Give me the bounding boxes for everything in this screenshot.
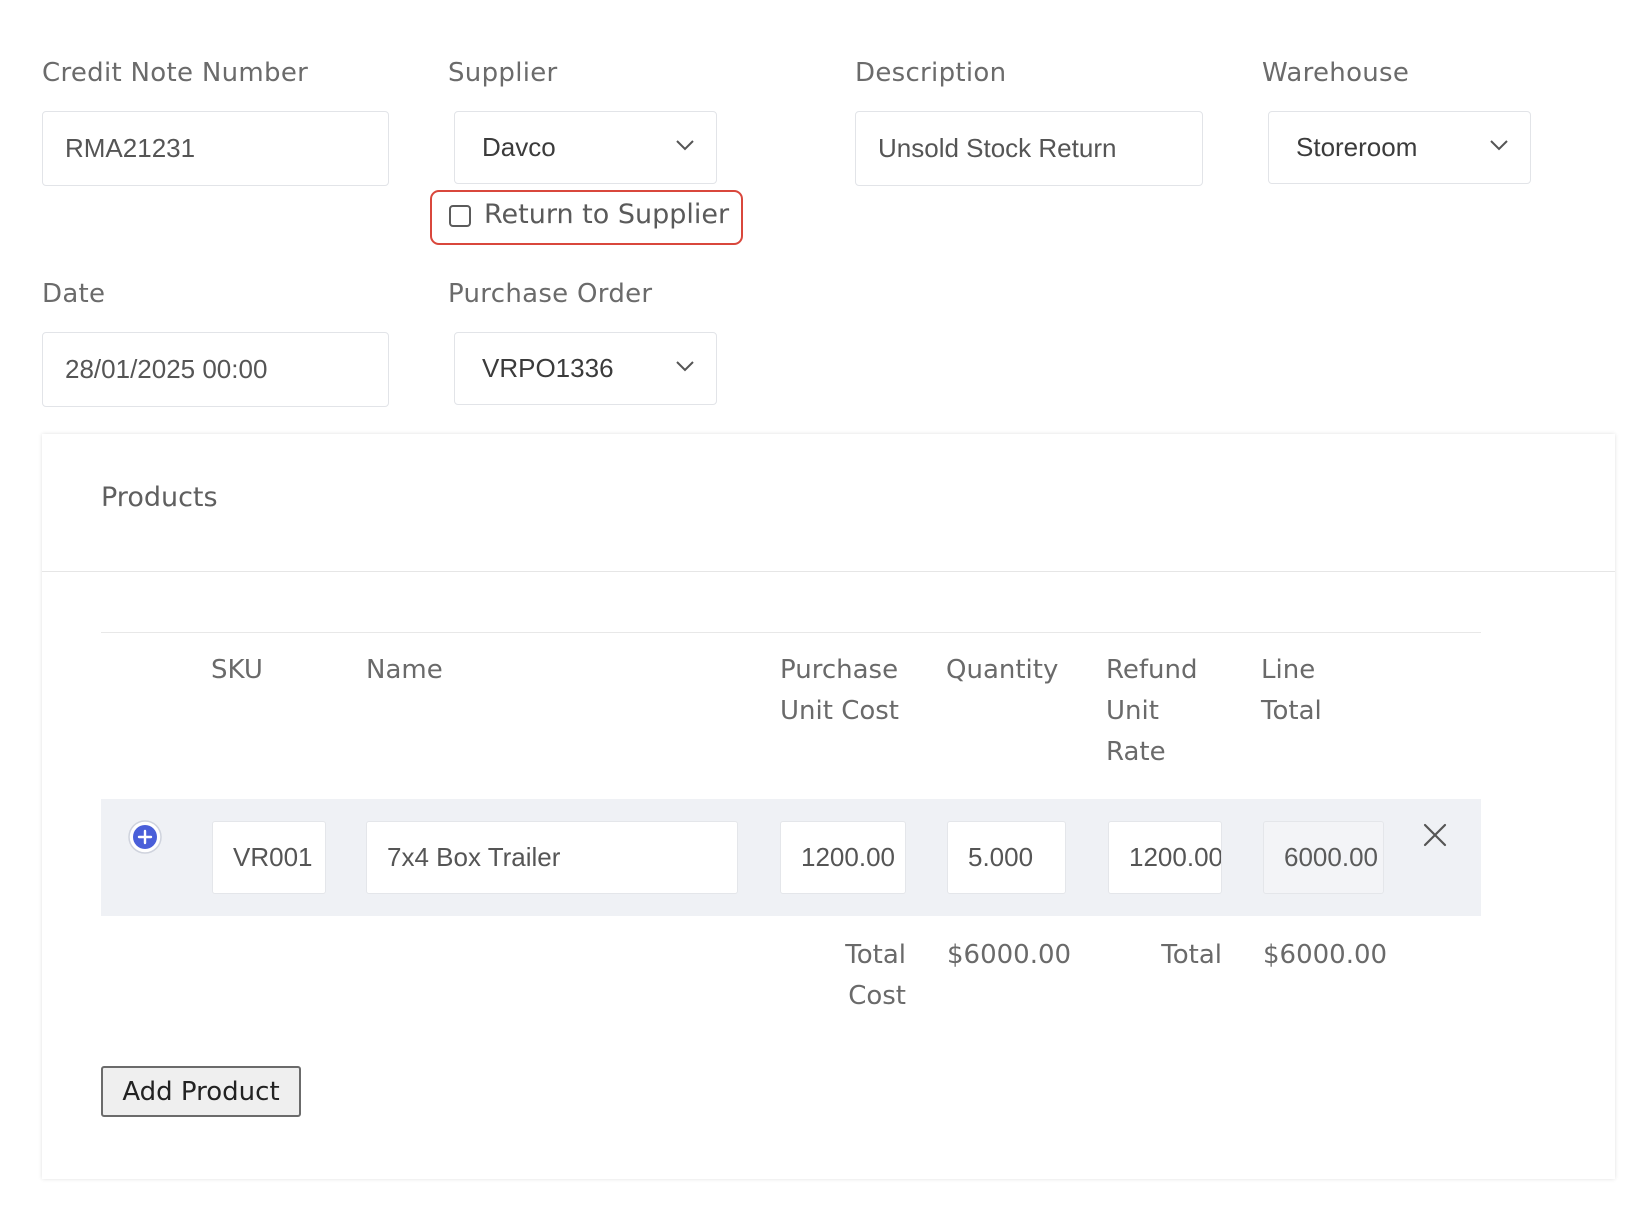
chevron-down-icon xyxy=(676,361,694,372)
supplier-label: Supplier xyxy=(448,58,558,88)
purchase-order-value: VRPO1336 xyxy=(482,353,614,383)
sku-input[interactable]: VR001 xyxy=(212,821,326,894)
date-input[interactable]: 28/01/2025 00:00 xyxy=(42,332,389,407)
products-card: Products SKU Name Purchase Unit Cost Qua… xyxy=(42,434,1615,1179)
column-header-purchase-unit-cost: Purchase Unit Cost xyxy=(780,655,899,726)
description-input[interactable]: Unsold Stock Return xyxy=(855,111,1203,186)
supplier-select[interactable]: Davco xyxy=(454,111,717,184)
return-to-supplier-checkbox[interactable] xyxy=(449,205,471,227)
purchase-order-select[interactable]: VRPO1336 xyxy=(454,332,717,405)
purchase-unit-cost-input[interactable]: 1200.00 xyxy=(780,821,906,894)
total-value: $6000.00 xyxy=(1263,940,1388,970)
date-label: Date xyxy=(42,279,106,309)
card-divider xyxy=(42,571,1615,572)
warehouse-label: Warehouse xyxy=(1262,58,1410,88)
products-title: Products xyxy=(101,482,218,513)
column-header-name: Name xyxy=(366,655,443,685)
refund-unit-rate-input[interactable]: 1200.00 xyxy=(1108,821,1222,894)
warehouse-select[interactable]: Storeroom xyxy=(1268,111,1531,184)
column-header-line-total: Line Total xyxy=(1261,655,1322,726)
chevron-down-icon xyxy=(1490,140,1508,151)
close-icon[interactable] xyxy=(1422,822,1448,848)
credit-note-number-input[interactable]: RMA21231 xyxy=(42,111,389,186)
column-header-sku: SKU xyxy=(211,655,263,685)
credit-note-number-label: Credit Note Number xyxy=(42,58,309,88)
description-label: Description xyxy=(855,58,1007,88)
plus-circle-icon[interactable] xyxy=(128,820,162,854)
line-total-field: 6000.00 xyxy=(1263,821,1384,894)
total-cost-label: Total Cost xyxy=(845,940,906,1011)
name-input[interactable]: 7x4 Box Trailer xyxy=(366,821,738,894)
return-to-supplier-label[interactable]: Return to Supplier xyxy=(484,199,729,230)
warehouse-value: Storeroom xyxy=(1296,132,1418,162)
add-product-button[interactable]: Add Product xyxy=(101,1066,301,1117)
column-header-refund-unit-rate: Refund Unit Rate xyxy=(1106,655,1198,767)
table-top-border xyxy=(101,632,1481,633)
total-cost-value: $6000.00 xyxy=(947,940,1072,970)
quantity-input[interactable]: 5.000 xyxy=(947,821,1066,894)
chevron-down-icon xyxy=(676,140,694,151)
total-label: Total xyxy=(1161,940,1222,970)
column-header-quantity: Quantity xyxy=(946,655,1059,685)
supplier-value: Davco xyxy=(482,132,556,162)
purchase-order-label: Purchase Order xyxy=(448,279,653,309)
